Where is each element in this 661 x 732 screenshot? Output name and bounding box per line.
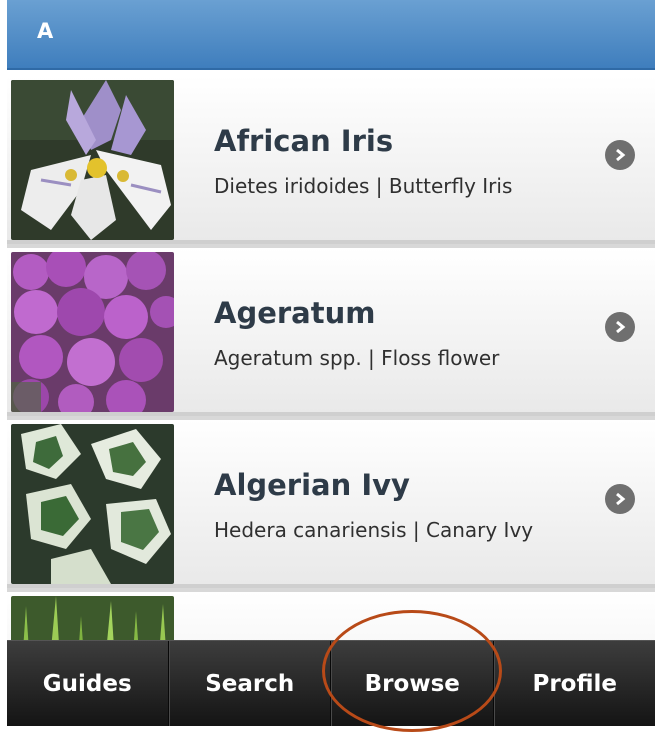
list-item[interactable]: African Iris Dietes iridoides | Butterfl…: [7, 76, 655, 244]
tab-search[interactable]: Search: [168, 641, 331, 726]
plant-name: African Iris: [214, 124, 394, 158]
plant-subtitle: Ageratum spp. | Floss flower: [214, 346, 500, 370]
grass-thumbnail: [11, 596, 174, 641]
tab-browse[interactable]: Browse: [331, 641, 494, 726]
plant-list[interactable]: African Iris Dietes iridoides | Butterfl…: [7, 76, 655, 641]
ivy-thumbnail: [11, 424, 174, 584]
bottom-tab-bar: Guides Search Browse Profile: [7, 640, 655, 726]
section-letter: A: [37, 19, 54, 43]
list-item[interactable]: Ageratum Ageratum spp. | Floss flower: [7, 248, 655, 416]
plant-name: Ageratum: [214, 296, 376, 330]
list-item[interactable]: Algerian Ivy Hedera canariensis | Canary…: [7, 420, 655, 588]
iris-thumbnail: [11, 80, 174, 240]
tab-profile[interactable]: Profile: [493, 641, 656, 726]
section-header: A: [7, 0, 655, 70]
chevron-right-icon[interactable]: [605, 484, 635, 514]
chevron-right-icon[interactable]: [605, 140, 635, 170]
tab-guides[interactable]: Guides: [7, 641, 169, 726]
left-frame-edge: [0, 0, 7, 726]
list-item[interactable]: [7, 592, 655, 641]
ageratum-thumbnail: [11, 252, 174, 412]
plant-name: Algerian Ivy: [214, 468, 410, 502]
right-frame-edge: [655, 0, 661, 726]
plant-subtitle: Dietes iridoides | Butterfly Iris: [214, 174, 513, 198]
chevron-right-icon[interactable]: [605, 312, 635, 342]
plant-subtitle: Hedera canariensis | Canary Ivy: [214, 518, 534, 542]
